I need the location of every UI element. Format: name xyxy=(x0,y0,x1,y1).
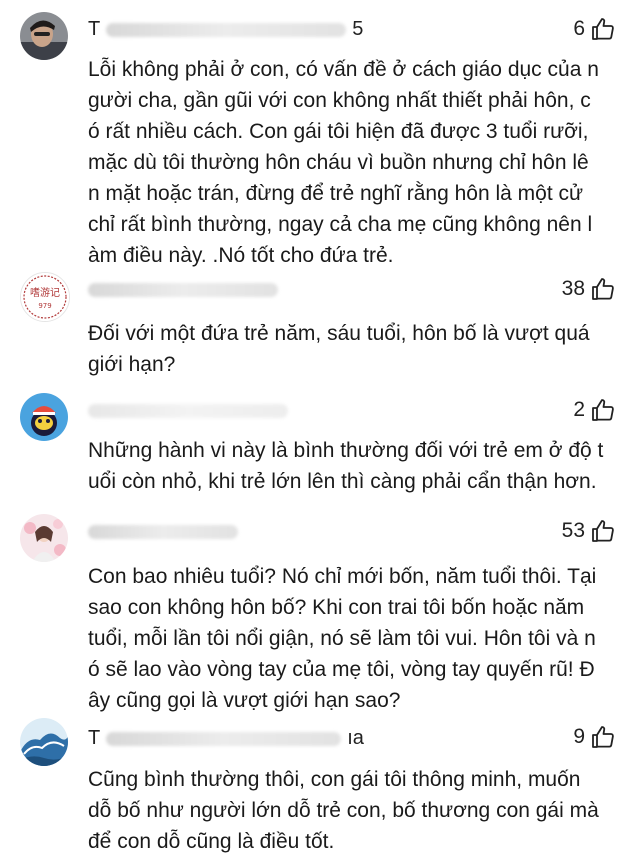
username[interactable] xyxy=(88,278,284,301)
thumbs-up-icon xyxy=(592,520,614,542)
thumbs-up-icon xyxy=(592,399,614,421)
thumbs-up-icon xyxy=(592,726,614,748)
stamp-logo-avatar-icon: 嗜游记 979 xyxy=(21,273,69,321)
username[interactable]: Tıa xyxy=(88,727,364,750)
thumbs-up-icon xyxy=(592,18,614,40)
user-avatar[interactable] xyxy=(20,514,68,562)
comment-list: T5 6 Lỗi không phải ở con, có vấn đề ở c… xyxy=(0,0,639,865)
comment-text: Lỗi không phải ở con, có vấn đề ở cách g… xyxy=(88,58,599,267)
avatar-stamp-text: 嗜游记 xyxy=(30,286,60,299)
user-avatar[interactable]: 嗜游记 979 xyxy=(20,272,70,322)
comment-text: Đối với một đứa trẻ năm, sáu tuổi, hôn b… xyxy=(88,322,590,376)
like-button[interactable]: 6 xyxy=(573,17,615,41)
username-redacted xyxy=(88,282,278,297)
user-avatar[interactable] xyxy=(20,393,68,441)
thumbs-up-icon xyxy=(592,278,614,300)
avatar-stamp-number: 979 xyxy=(38,302,51,310)
username-redacted xyxy=(88,403,288,418)
like-count: 53 xyxy=(561,519,585,542)
username[interactable] xyxy=(88,520,244,543)
like-button[interactable]: 38 xyxy=(562,277,615,301)
comment-text: Những hành vi này là bình thường đối với… xyxy=(88,439,604,493)
username[interactable]: T5 xyxy=(88,18,363,41)
comment-text: Cũng bình thường thôi, con gái tôi thông… xyxy=(88,768,599,853)
ocean-wave-avatar-icon xyxy=(20,718,68,766)
like-count: 9 xyxy=(573,725,585,748)
like-count: 38 xyxy=(561,277,585,300)
woman-flowers-avatar-icon xyxy=(20,514,68,562)
like-count: 6 xyxy=(573,17,585,40)
cartoon-character-avatar-icon xyxy=(20,393,68,441)
user-avatar[interactable] xyxy=(20,718,68,766)
user-avatar[interactable] xyxy=(20,12,68,60)
username-redacted xyxy=(88,524,238,539)
comment-text: Con bao nhiêu tuổi? Nó chỉ mới bốn, năm … xyxy=(88,565,597,712)
username[interactable] xyxy=(88,399,294,422)
username-redacted xyxy=(106,731,342,746)
like-button[interactable]: 9 xyxy=(573,725,615,749)
like-button[interactable]: 53 xyxy=(562,519,615,543)
username-redacted xyxy=(106,22,347,37)
like-button[interactable]: 2 xyxy=(573,398,615,422)
like-count: 2 xyxy=(573,398,585,421)
man-portrait-avatar-icon xyxy=(20,12,68,60)
